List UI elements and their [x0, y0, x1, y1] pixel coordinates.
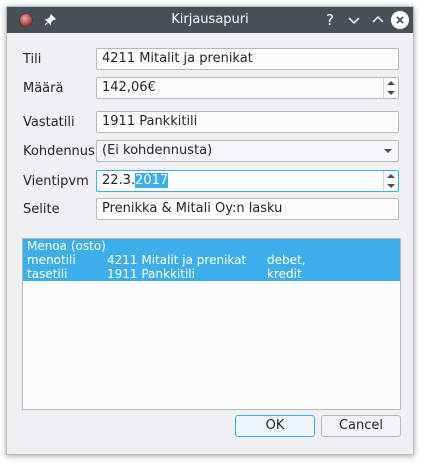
dialog-window: Kirjausapuri ? Tili 4211 Mitalit ja pren…: [6, 6, 414, 455]
vastatili-label: Vastatili: [23, 115, 75, 130]
vientipvm-date-field[interactable]: 22.3.2017: [96, 170, 399, 192]
vientipvm-decrement-button[interactable]: [384, 181, 398, 191]
entry-role: menotili: [27, 253, 76, 267]
tili-field[interactable]: 4211 Mitalit ja prenikat: [96, 48, 399, 70]
close-icon[interactable]: [391, 11, 409, 29]
maara-spinbox[interactable]: 142,06€: [96, 77, 399, 99]
title-bar[interactable]: Kirjausapuri ?: [7, 7, 413, 33]
vientipvm-value: 22.3.: [102, 173, 136, 188]
vastatili-field[interactable]: 1911 Pankkitili: [96, 111, 399, 133]
maara-decrement-button[interactable]: [384, 88, 398, 98]
arrow-down-icon: [387, 184, 395, 188]
kohdennus-dropdown[interactable]: (Ei kohdennusta): [96, 140, 399, 162]
entry-account: 4211 Mitalit ja prenikat: [107, 253, 247, 267]
entry-side: kredit: [267, 267, 302, 281]
tili-label: Tili: [23, 52, 42, 67]
maximize-icon[interactable]: [369, 11, 387, 29]
entry-row: menotili 4211 Mitalit ja prenikat debet,: [27, 253, 397, 267]
maara-spin-buttons: [383, 78, 398, 98]
cancel-button[interactable]: Cancel: [321, 415, 401, 437]
selite-value: Prenikka & Mitali Oy:n lasku: [102, 201, 283, 216]
arrow-down-icon: [387, 91, 395, 95]
ok-button[interactable]: OK: [235, 415, 315, 437]
vientipvm-label: Vientipvm: [23, 174, 89, 189]
vientipvm-spin-buttons: [383, 171, 398, 191]
entry-account: 1911 Pankkitili: [107, 267, 195, 281]
minimize-icon[interactable]: [345, 11, 363, 29]
vientipvm-selected-year: 2017: [135, 173, 169, 188]
chevron-down-icon: [384, 149, 392, 153]
tili-value: 4211 Mitalit ja prenikat: [102, 51, 253, 66]
kohdennus-value: (Ei kohdennusta): [102, 143, 213, 158]
list-item[interactable]: Menoa (osto) menotili 4211 Mitalit ja pr…: [23, 239, 400, 281]
selite-label: Selite: [23, 202, 60, 217]
vastatili-value: 1911 Pankkitili: [102, 114, 198, 129]
selite-field[interactable]: Prenikka & Mitali Oy:n lasku: [96, 198, 399, 220]
entry-side: debet,: [267, 253, 306, 267]
kohdennus-label: Kohdennus: [23, 144, 95, 159]
vientipvm-increment-button[interactable]: [384, 171, 398, 181]
maara-value: 142,06€: [102, 80, 156, 95]
entry-row: tasetili 1911 Pankkitili kredit: [27, 267, 397, 281]
arrow-up-icon: [387, 174, 395, 178]
arrow-up-icon: [387, 81, 395, 85]
entry-role: tasetili: [27, 267, 68, 281]
maara-increment-button[interactable]: [384, 78, 398, 88]
entries-list[interactable]: Menoa (osto) menotili 4211 Mitalit ja pr…: [22, 238, 401, 410]
entry-header: Menoa (osto): [27, 239, 106, 253]
help-icon[interactable]: ?: [321, 11, 339, 29]
maara-label: Määrä: [23, 81, 64, 96]
